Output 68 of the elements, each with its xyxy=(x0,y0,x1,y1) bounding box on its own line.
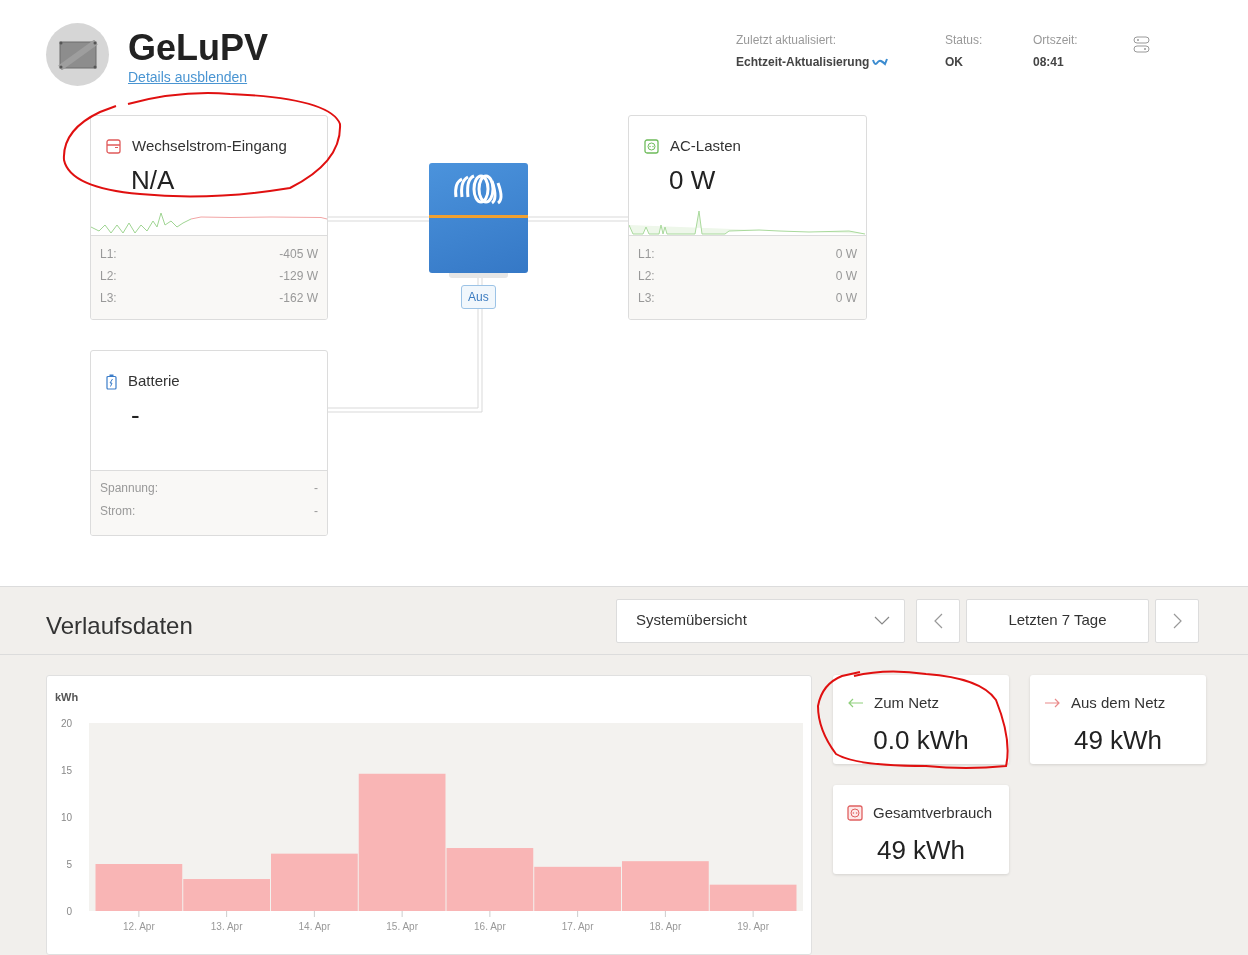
reading-label: L1: xyxy=(100,246,117,263)
card-value: 0 W xyxy=(669,164,716,196)
tick-label: 15. Apr xyxy=(386,921,418,932)
card-value: - xyxy=(131,399,140,431)
info-value: 08:41 xyxy=(1033,55,1064,69)
reading-label: L2: xyxy=(638,268,655,285)
tick-label: 20 xyxy=(60,718,72,729)
arrow-right-icon xyxy=(1044,698,1061,709)
tick-label: 18. Apr xyxy=(649,921,682,932)
info-label: Zuletzt aktualisiert: xyxy=(736,33,838,47)
reading-label: L1: xyxy=(638,246,655,263)
reading-label: L3: xyxy=(100,290,117,307)
reading-label: L2: xyxy=(100,268,117,285)
reading-value: -405 W xyxy=(279,246,318,263)
tick-label: 19. Apr xyxy=(737,921,769,932)
tick-label: 15 xyxy=(60,765,72,776)
range-button[interactable]: Letzten 7 Tage xyxy=(966,598,1149,643)
chevron-down-icon xyxy=(874,616,890,625)
inverter-state: Aus xyxy=(461,285,496,309)
reading-value: -129 W xyxy=(279,268,318,285)
previous-button[interactable] xyxy=(916,598,960,643)
site-title: GeLuPV xyxy=(128,28,269,68)
inverter-base xyxy=(449,273,508,278)
info-label: Ortszeit: xyxy=(1033,33,1079,47)
wave-icon xyxy=(872,58,889,66)
reading-value: -162 W xyxy=(279,290,318,307)
reading-value: 0 W xyxy=(835,246,857,263)
section-title: Verlaufsdaten xyxy=(46,610,193,641)
axis-label: kWh xyxy=(55,691,79,703)
panel-icon xyxy=(106,139,121,154)
reading-value: 0 W xyxy=(835,268,857,285)
reading-value: - xyxy=(314,480,318,497)
tick-label: 5 xyxy=(66,859,72,870)
stat-label: Gesamtverbrauch xyxy=(873,803,993,823)
tick-label: 13. Apr xyxy=(210,921,243,932)
stat-value: 49 kWh xyxy=(1073,723,1163,756)
card-title: AC-Lasten xyxy=(670,136,741,157)
reading-label: Strom: xyxy=(100,503,136,520)
tick-label: 17. Apr xyxy=(561,921,594,932)
reading-value: 0 W xyxy=(835,290,857,307)
stat-label: Zum Netz xyxy=(874,693,939,713)
chevron-right-icon xyxy=(1172,612,1182,629)
card-title: Wechselstrom-Eingang xyxy=(132,136,287,157)
stat-value: 0.0 kWh xyxy=(873,723,969,756)
reading-value: - xyxy=(314,503,318,520)
reading-label: L3: xyxy=(638,290,655,307)
card-title: Batterie xyxy=(128,371,180,392)
stat-label: Aus dem Netz xyxy=(1071,693,1166,713)
view-dropdown[interactable]: Systemübersicht xyxy=(616,598,905,643)
info-label: Status: xyxy=(945,33,984,47)
socket-icon xyxy=(847,805,863,822)
tick-label: 0 xyxy=(66,906,72,917)
info-value: Echtzeit-Aktualisierung xyxy=(736,55,870,69)
reading-label: Spannung: xyxy=(100,480,159,497)
arrow-left-icon xyxy=(847,698,864,709)
chevron-left-icon xyxy=(933,612,943,629)
tick-label: 12. Apr xyxy=(123,921,155,932)
battery-icon xyxy=(106,373,117,390)
toggle-icon[interactable] xyxy=(1133,36,1150,53)
tick-label: 10 xyxy=(60,812,72,823)
info-value: OK xyxy=(945,55,963,69)
card-value: N/A xyxy=(131,164,175,196)
tick-label: 14. Apr xyxy=(298,921,331,932)
next-button[interactable] xyxy=(1155,598,1199,643)
tick-label: 16. Apr xyxy=(474,921,506,932)
stat-value: 49 kWh xyxy=(876,833,966,866)
socket-icon xyxy=(644,139,659,154)
device-box-icon xyxy=(57,39,98,70)
